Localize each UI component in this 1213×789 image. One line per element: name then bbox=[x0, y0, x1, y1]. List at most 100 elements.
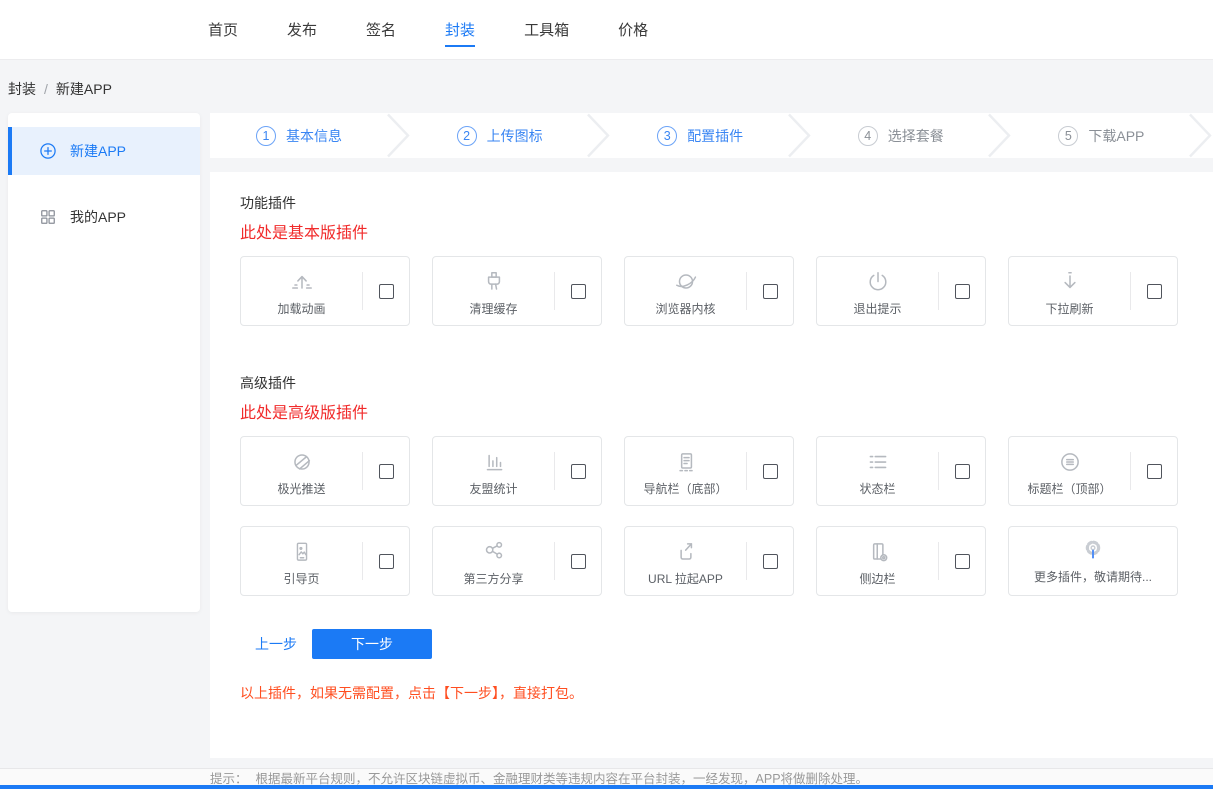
plugin-checkbox[interactable] bbox=[571, 554, 586, 569]
step-label: 上传图标 bbox=[487, 126, 543, 146]
plugin-checkbox[interactable] bbox=[379, 284, 394, 299]
gear-icon bbox=[1080, 537, 1106, 563]
nav-item-home[interactable]: 首页 bbox=[208, 0, 238, 60]
plugin-label: 浏览器内核 bbox=[655, 300, 715, 317]
app-package-page: 首页 发布 签名 封装 工具箱 价格 封装/新建APP 新建APP 我的APP … bbox=[0, 0, 1213, 789]
phone-sidebar-icon bbox=[865, 539, 891, 565]
plugin-card-browser-kernel[interactable]: 浏览器内核 bbox=[624, 256, 794, 326]
basic-plugin-cards: 加载动画 清理缓存 浏览器内核 bbox=[240, 256, 1183, 326]
plugin-card-loading-animation[interactable]: 加载动画 bbox=[240, 256, 410, 326]
plugin-card-guide-page[interactable]: 引导页 bbox=[240, 526, 410, 596]
section-title-basic: 功能插件 bbox=[240, 194, 1183, 213]
plugin-config-panel: 功能插件 此处是基本版插件 加载动画 清理缓存 bbox=[210, 172, 1213, 758]
nav-item-toolbox[interactable]: 工具箱 bbox=[524, 0, 569, 60]
chevron-right-icon bbox=[585, 113, 611, 158]
plugin-card-navbar-bottom[interactable]: 导航栏（底部） bbox=[624, 436, 794, 506]
nav-item-price[interactable]: 价格 bbox=[618, 0, 648, 60]
breadcrumb-section[interactable]: 封装 bbox=[8, 81, 36, 97]
top-navigation: 首页 发布 签名 封装 工具箱 价格 bbox=[0, 0, 1213, 60]
sidebar-item-my-app[interactable]: 我的APP bbox=[8, 193, 200, 241]
url-launch-icon bbox=[673, 539, 699, 565]
plugin-card-pull-refresh[interactable]: 下拉刷新 bbox=[1008, 256, 1178, 326]
plugin-label: 更多插件，敬请期待... bbox=[1034, 568, 1152, 585]
nav-item-package[interactable]: 封装 bbox=[445, 0, 475, 60]
breadcrumb-separator: / bbox=[44, 81, 48, 97]
plugin-label: 第三方分享 bbox=[463, 570, 523, 587]
sidebar: 新建APP 我的APP bbox=[8, 113, 200, 612]
plugin-label: 侧边栏 bbox=[859, 570, 895, 587]
plugin-card-umeng-stats[interactable]: 友盟统计 bbox=[432, 436, 602, 506]
wizard-actions: 上一步 下一步 bbox=[240, 629, 1183, 659]
plugin-card-status-bar[interactable]: 状态栏 bbox=[816, 436, 986, 506]
plugin-checkbox[interactable] bbox=[955, 464, 970, 479]
plugin-checkbox[interactable] bbox=[763, 284, 778, 299]
bottom-accent-bar bbox=[0, 785, 1213, 789]
plugin-checkbox[interactable] bbox=[1147, 284, 1162, 299]
footer-tip-bar: 提示： 根据最新平台规则，不允许区块链虚拟币、金融理财类等违规内容在平台封装，一… bbox=[0, 768, 1213, 785]
breadcrumb: 封装 / 新建APP bbox=[8, 79, 112, 99]
plugin-checkbox[interactable] bbox=[763, 464, 778, 479]
plugin-card-titlebar-top[interactable]: 标题栏（顶部） bbox=[1008, 436, 1178, 506]
exit-prompt-icon bbox=[865, 269, 891, 295]
plugin-label: 下拉刷新 bbox=[1045, 300, 1093, 317]
chevron-right-icon bbox=[1187, 113, 1213, 158]
plugin-card-sidebar[interactable]: 侧边栏 bbox=[816, 526, 986, 596]
pull-refresh-icon bbox=[1057, 269, 1083, 295]
chevron-right-icon bbox=[986, 113, 1012, 158]
plugin-checkbox[interactable] bbox=[1147, 464, 1162, 479]
nav-item-publish[interactable]: 发布 bbox=[287, 0, 317, 60]
plugin-label: 导航栏（底部） bbox=[643, 480, 727, 497]
plugin-card-clean-cache[interactable]: 清理缓存 bbox=[432, 256, 602, 326]
nav-item-signature[interactable]: 签名 bbox=[366, 0, 396, 60]
advanced-plugin-cards-row2: 引导页 第三方分享 URL 拉起APP bbox=[240, 526, 1183, 596]
plugin-checkbox[interactable] bbox=[955, 554, 970, 569]
step-wizard: 1 基本信息 2 上传图标 3 配置插件 4 选择套餐 5 下载APP bbox=[210, 113, 1213, 158]
step-label: 选择套餐 bbox=[888, 126, 944, 146]
plugin-checkbox[interactable] bbox=[763, 554, 778, 569]
plugin-label: 引导页 bbox=[283, 570, 319, 587]
tip-label: 提示： bbox=[210, 768, 248, 787]
step-label: 配置插件 bbox=[687, 126, 743, 146]
plugin-card-more-coming: 更多插件，敬请期待... bbox=[1008, 526, 1178, 596]
jpush-icon bbox=[289, 449, 315, 475]
prev-step-link[interactable]: 上一步 bbox=[255, 634, 297, 654]
step-configure-plugins: 3 配置插件 bbox=[611, 113, 812, 158]
chevron-right-icon bbox=[786, 113, 812, 158]
plugin-card-jpush[interactable]: 极光推送 bbox=[240, 436, 410, 506]
tip-text: 根据最新平台规则，不允许区块链虚拟币、金融理财类等违规内容在平台封装，一经发现，… bbox=[256, 768, 869, 787]
step-upload-icon: 2 上传图标 bbox=[411, 113, 612, 158]
plugin-checkbox[interactable] bbox=[379, 554, 394, 569]
step-number: 1 bbox=[256, 126, 276, 146]
plugin-label: 退出提示 bbox=[853, 300, 901, 317]
plugin-label: 清理缓存 bbox=[469, 300, 517, 317]
plugin-checkbox[interactable] bbox=[379, 464, 394, 479]
advanced-plugin-cards-row1: 极光推送 友盟统计 导航栏（底部） bbox=[240, 436, 1183, 506]
plugin-checkbox[interactable] bbox=[571, 284, 586, 299]
grid-icon bbox=[38, 207, 58, 227]
plugin-checkbox[interactable] bbox=[571, 464, 586, 479]
chevron-right-icon bbox=[385, 113, 411, 158]
share-nodes-icon bbox=[481, 539, 507, 565]
next-step-button[interactable]: 下一步 bbox=[312, 629, 432, 659]
titlebar-top-icon bbox=[1057, 449, 1083, 475]
step-basic-info: 1 基本信息 bbox=[210, 113, 411, 158]
plugin-card-exit-prompt[interactable]: 退出提示 bbox=[816, 256, 986, 326]
plugin-card-url-launch[interactable]: URL 拉起APP bbox=[624, 526, 794, 596]
plugin-label: URL 拉起APP bbox=[648, 570, 723, 587]
step-select-plan: 4 选择套餐 bbox=[812, 113, 1013, 158]
section-note-basic: 此处是基本版插件 bbox=[240, 223, 1183, 244]
upload-animation-icon bbox=[289, 269, 315, 295]
package-hint-text: 以上插件，如果无需配置，点击【下一步】，直接打包。 bbox=[240, 683, 1183, 703]
step-number: 4 bbox=[858, 126, 878, 146]
plus-circle-icon bbox=[38, 141, 58, 161]
plugin-label: 友盟统计 bbox=[469, 480, 517, 497]
clean-cache-icon bbox=[481, 269, 507, 295]
section-title-advanced: 高级插件 bbox=[240, 374, 1183, 393]
plugin-checkbox[interactable] bbox=[955, 284, 970, 299]
step-label: 基本信息 bbox=[286, 126, 342, 146]
plugin-label: 状态栏 bbox=[859, 480, 895, 497]
sidebar-item-new-app[interactable]: 新建APP bbox=[8, 127, 200, 175]
browser-kernel-icon bbox=[673, 269, 699, 295]
plugin-card-third-party-share[interactable]: 第三方分享 bbox=[432, 526, 602, 596]
breadcrumb-current: 新建APP bbox=[56, 81, 112, 97]
